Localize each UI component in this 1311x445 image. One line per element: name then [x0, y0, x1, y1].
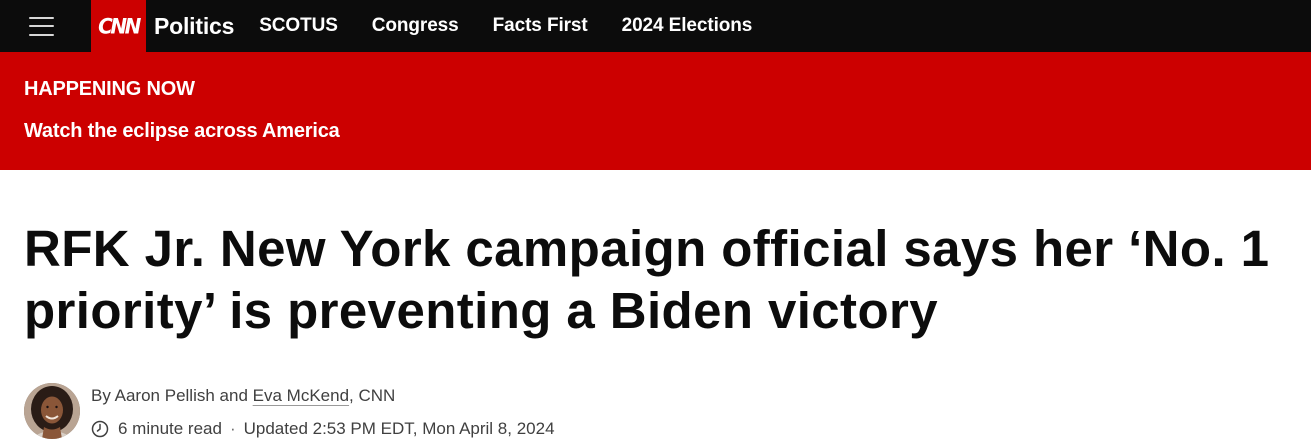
top-navigation: CNN Politics SCOTUS Congress Facts First…: [0, 0, 1311, 52]
happening-now-banner: HAPPENING NOW Watch the eclipse across A…: [0, 52, 1311, 170]
byline-prefix: By: [91, 386, 111, 405]
byline-outlet: , CNN: [349, 386, 396, 405]
nav-link-scotus[interactable]: SCOTUS: [259, 15, 338, 37]
updated-timestamp: Updated 2:53 PM EDT, Mon April 8, 2024: [243, 419, 555, 438]
hamburger-menu-icon[interactable]: [0, 0, 82, 52]
banner-link[interactable]: Watch the eclipse across America: [24, 120, 340, 143]
hamburger-bars: [28, 16, 54, 36]
section-nav-links: SCOTUS Congress Facts First 2024 Electio…: [259, 0, 786, 52]
article-headline: RFK Jr. New York campaign official says …: [24, 220, 1270, 339]
clock-icon: [91, 420, 109, 438]
author-avatar-image: [24, 383, 80, 439]
nav-link-congress[interactable]: Congress: [372, 15, 459, 37]
read-time: 6 minute read: [118, 419, 222, 438]
section-name-politics[interactable]: Politics: [154, 13, 234, 40]
byline-conjunction: and: [219, 386, 248, 405]
cnn-logo-text: CNN: [98, 13, 141, 39]
meta-separator: ·: [229, 419, 236, 438]
author-link-eva-mckend[interactable]: Eva McKend: [253, 386, 349, 405]
author-link-aaron-pellish[interactable]: Aaron Pellish: [115, 386, 215, 405]
nav-link-2024-elections[interactable]: 2024 Elections: [622, 15, 753, 37]
cnn-logo[interactable]: CNN: [91, 0, 146, 52]
byline: By Aaron Pellish and Eva McKend, CNN: [91, 386, 395, 406]
banner-label: HAPPENING NOW: [24, 78, 195, 100]
author-avatar[interactable]: [24, 383, 80, 439]
article-meta: 6 minute read · Updated 2:53 PM EDT, Mon…: [91, 419, 555, 439]
nav-link-facts-first[interactable]: Facts First: [493, 15, 588, 37]
